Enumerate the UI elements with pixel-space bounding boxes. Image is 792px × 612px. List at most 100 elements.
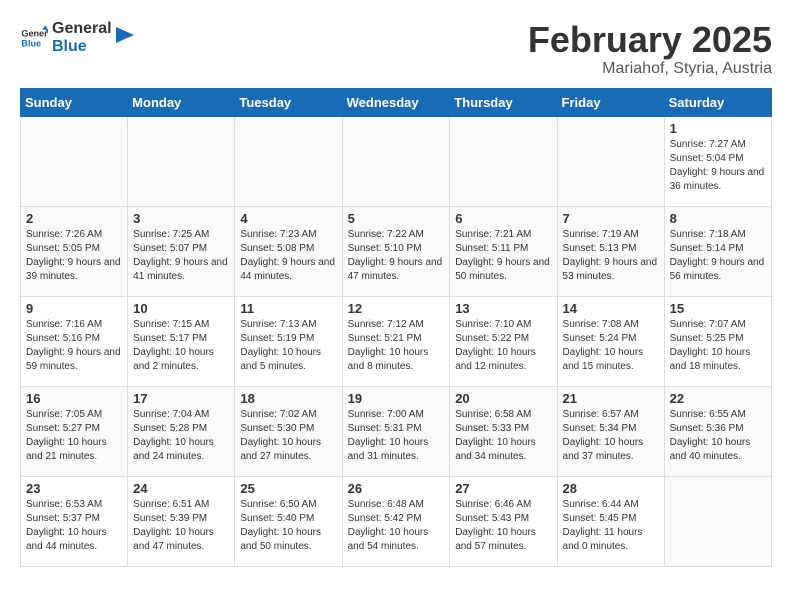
day-detail: Sunrise: 7:05 AM Sunset: 5:27 PM Dayligh…: [26, 408, 122, 464]
day-detail: Sunrise: 7:27 AM Sunset: 5:04 PM Dayligh…: [670, 138, 766, 194]
day-detail: Sunrise: 6:58 AM Sunset: 5:33 PM Dayligh…: [455, 408, 551, 464]
header: General Blue General Blue February 2025 …: [20, 20, 772, 78]
calendar-cell: 4 Sunrise: 7:23 AM Sunset: 5:08 PM Daylig…: [235, 206, 342, 296]
calendar-header-row: SundayMondayTuesdayWednesdayThursdayFrid…: [21, 88, 772, 116]
month-title: February 2025: [528, 20, 772, 60]
day-detail: Sunrise: 7:07 AM Sunset: 5:25 PM Dayligh…: [670, 318, 766, 374]
calendar-cell: 16Sunrise: 7:05 AM Sunset: 5:27 PM Dayli…: [21, 386, 128, 476]
day-number: 21: [563, 391, 659, 406]
day-number: 4: [240, 211, 336, 226]
day-detail: Sunrise: 7:18 AM Sunset: 5:14 PM Dayligh…: [670, 228, 766, 284]
calendar-cell: 21 Sunrise: 6:57 AM Sunset: 5:34 PM Dayli…: [557, 386, 664, 476]
day-detail: Sunrise: 7:08 AM Sunset: 5:24 PM Dayligh…: [563, 318, 659, 374]
calendar-week-2: 9 Sunrise: 7:16 AM Sunset: 5:16 PM Daylig…: [21, 296, 772, 386]
logo: General Blue General Blue: [20, 20, 136, 57]
location-title: Mariahof, Styria, Austria: [528, 60, 772, 78]
calendar-cell: 25Sunrise: 6:50 AM Sunset: 5:40 PM Dayli…: [235, 476, 342, 566]
title-area: February 2025 Mariahof, Styria, Austria: [528, 20, 772, 78]
day-number: 15: [670, 301, 766, 316]
day-detail: Sunrise: 6:57 AM Sunset: 5:34 PM Dayligh…: [563, 408, 659, 464]
calendar-cell: [342, 116, 450, 206]
day-number: 17: [133, 391, 229, 406]
header-saturday: Saturday: [664, 88, 771, 116]
calendar-cell: 10Sunrise: 7:15 AM Sunset: 5:17 PM Dayli…: [128, 296, 235, 386]
header-thursday: Thursday: [450, 88, 557, 116]
header-sunday: Sunday: [21, 88, 128, 116]
calendar-cell: 23 Sunrise: 6:53 AM Sunset: 5:37 PM Dayli…: [21, 476, 128, 566]
day-detail: Sunrise: 6:44 AM Sunset: 5:45 PM Dayligh…: [563, 498, 659, 554]
day-number: 28: [563, 481, 659, 496]
calendar-cell: 12 Sunrise: 7:12 AM Sunset: 5:21 PM Dayli…: [342, 296, 450, 386]
logo-line1: General: [52, 20, 112, 38]
calendar-cell: 18Sunrise: 7:02 AM Sunset: 5:30 PM Dayli…: [235, 386, 342, 476]
day-number: 5: [348, 211, 445, 226]
calendar-cell: [128, 116, 235, 206]
day-detail: Sunrise: 6:50 AM Sunset: 5:40 PM Dayligh…: [240, 498, 336, 554]
day-detail: Sunrise: 7:10 AM Sunset: 5:22 PM Dayligh…: [455, 318, 551, 374]
calendar-cell: 2Sunrise: 7:26 AM Sunset: 5:05 PM Daylig…: [21, 206, 128, 296]
day-number: 10: [133, 301, 229, 316]
day-detail: Sunrise: 7:04 AM Sunset: 5:28 PM Dayligh…: [133, 408, 229, 464]
calendar-cell: 5 Sunrise: 7:22 AM Sunset: 5:10 PM Daylig…: [342, 206, 450, 296]
calendar-cell: 28 Sunrise: 6:44 AM Sunset: 5:45 PM Dayli…: [557, 476, 664, 566]
day-number: 9: [26, 301, 122, 316]
day-number: 27: [455, 481, 551, 496]
day-number: 6: [455, 211, 551, 226]
calendar-cell: 24 Sunrise: 6:51 AM Sunset: 5:39 PM Dayli…: [128, 476, 235, 566]
day-detail: Sunrise: 7:13 AM Sunset: 5:19 PM Dayligh…: [240, 318, 336, 374]
calendar-week-4: 23 Sunrise: 6:53 AM Sunset: 5:37 PM Dayli…: [21, 476, 772, 566]
day-detail: Sunrise: 7:19 AM Sunset: 5:13 PM Dayligh…: [563, 228, 659, 284]
calendar-cell: 7 Sunrise: 7:19 AM Sunset: 5:13 PM Daylig…: [557, 206, 664, 296]
day-detail: Sunrise: 7:16 AM Sunset: 5:16 PM Dayligh…: [26, 318, 122, 374]
calendar-cell: 9 Sunrise: 7:16 AM Sunset: 5:16 PM Daylig…: [21, 296, 128, 386]
day-detail: Sunrise: 6:51 AM Sunset: 5:39 PM Dayligh…: [133, 498, 229, 554]
svg-text:General: General: [21, 29, 48, 39]
calendar-cell: 19 Sunrise: 7:00 AM Sunset: 5:31 PM Dayli…: [342, 386, 450, 476]
day-number: 8: [670, 211, 766, 226]
day-detail: Sunrise: 6:48 AM Sunset: 5:42 PM Dayligh…: [348, 498, 445, 554]
day-detail: Sunrise: 6:53 AM Sunset: 5:37 PM Dayligh…: [26, 498, 122, 554]
day-detail: Sunrise: 7:23 AM Sunset: 5:08 PM Dayligh…: [240, 228, 336, 284]
day-number: 19: [348, 391, 445, 406]
calendar-cell: [21, 116, 128, 206]
calendar-cell: 27 Sunrise: 6:46 AM Sunset: 5:43 PM Dayli…: [450, 476, 557, 566]
day-number: 18: [240, 391, 336, 406]
header-tuesday: Tuesday: [235, 88, 342, 116]
day-number: 24: [133, 481, 229, 496]
calendar-cell: 8 Sunrise: 7:18 AM Sunset: 5:14 PM Daylig…: [664, 206, 771, 296]
calendar-cell: 14Sunrise: 7:08 AM Sunset: 5:24 PM Dayli…: [557, 296, 664, 386]
day-detail: Sunrise: 7:21 AM Sunset: 5:11 PM Dayligh…: [455, 228, 551, 284]
calendar-cell: 20Sunrise: 6:58 AM Sunset: 5:33 PM Dayli…: [450, 386, 557, 476]
day-number: 3: [133, 211, 229, 226]
calendar-cell: 26 Sunrise: 6:48 AM Sunset: 5:42 PM Dayli…: [342, 476, 450, 566]
day-number: 26: [348, 481, 445, 496]
calendar-cell: 13 Sunrise: 7:10 AM Sunset: 5:22 PM Dayli…: [450, 296, 557, 386]
day-number: 1: [670, 121, 766, 136]
day-detail: Sunrise: 7:25 AM Sunset: 5:07 PM Dayligh…: [133, 228, 229, 284]
calendar-cell: [235, 116, 342, 206]
calendar-cell: 1 Sunrise: 7:27 AM Sunset: 5:04 PM Daylig…: [664, 116, 771, 206]
day-number: 11: [240, 301, 336, 316]
day-detail: Sunrise: 7:12 AM Sunset: 5:21 PM Dayligh…: [348, 318, 445, 374]
calendar-cell: [557, 116, 664, 206]
header-monday: Monday: [128, 88, 235, 116]
day-number: 12: [348, 301, 445, 316]
day-detail: Sunrise: 6:55 AM Sunset: 5:36 PM Dayligh…: [670, 408, 766, 464]
calendar-cell: 17 Sunrise: 7:04 AM Sunset: 5:28 PM Dayli…: [128, 386, 235, 476]
calendar-week-3: 16Sunrise: 7:05 AM Sunset: 5:27 PM Dayli…: [21, 386, 772, 476]
calendar-cell: [450, 116, 557, 206]
logo-line2: Blue: [52, 38, 112, 56]
day-number: 23: [26, 481, 122, 496]
header-friday: Friday: [557, 88, 664, 116]
logo-flag-icon: [116, 27, 136, 49]
logo-icon: General Blue: [20, 24, 48, 52]
day-number: 13: [455, 301, 551, 316]
calendar-cell: 6 Sunrise: 7:21 AM Sunset: 5:11 PM Daylig…: [450, 206, 557, 296]
svg-text:Blue: Blue: [21, 39, 41, 49]
day-detail: Sunrise: 7:22 AM Sunset: 5:10 PM Dayligh…: [348, 228, 445, 284]
day-detail: Sunrise: 7:00 AM Sunset: 5:31 PM Dayligh…: [348, 408, 445, 464]
calendar-week-1: 2Sunrise: 7:26 AM Sunset: 5:05 PM Daylig…: [21, 206, 772, 296]
day-number: 7: [563, 211, 659, 226]
calendar-cell: 22Sunrise: 6:55 AM Sunset: 5:36 PM Dayli…: [664, 386, 771, 476]
day-detail: Sunrise: 6:46 AM Sunset: 5:43 PM Dayligh…: [455, 498, 551, 554]
